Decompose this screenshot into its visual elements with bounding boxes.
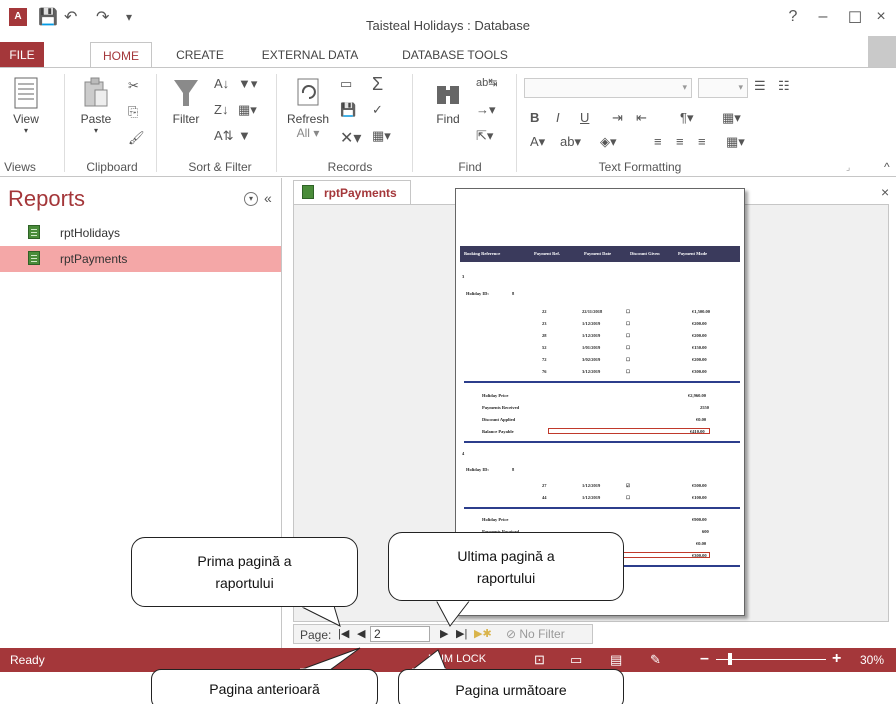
callout-last-page-text: Ultima pagină a raportului	[457, 548, 555, 586]
callout-next-page: Pagina următoare	[398, 669, 624, 704]
callout-last-page: Ultima pagină a raportului	[388, 532, 624, 601]
callout-first-page-text: Prima pagină a raportului	[197, 553, 292, 591]
callout-first-page: Prima pagină a raportului	[131, 537, 358, 607]
callout-previous-page: Pagina anterioară	[151, 669, 378, 704]
callout-next-page-text: Pagina următoare	[455, 682, 567, 698]
callout-previous-page-text: Pagina anterioară	[209, 681, 320, 697]
